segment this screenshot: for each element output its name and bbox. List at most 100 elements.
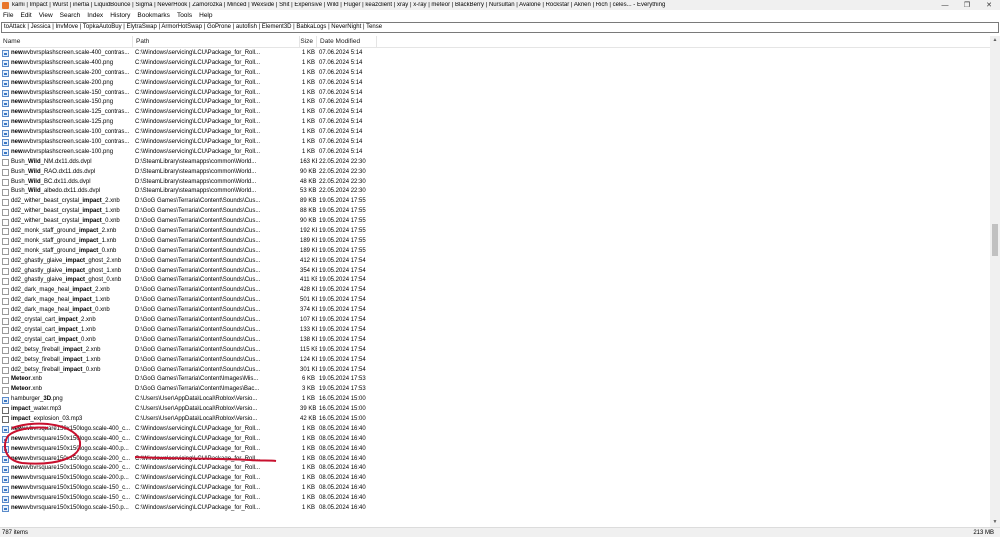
table-row[interactable]: dd2_ghastly_glaive_impact_ghost_2.xnb D:\… <box>0 257 990 267</box>
table-row[interactable]: newwvbvrsplashscreen.scale-200_contras..… <box>0 69 990 79</box>
file-icon <box>2 337 9 345</box>
table-row[interactable]: hamburger_3D.png C:\Users\User\AppData\Lo… <box>0 395 990 405</box>
table-row[interactable]: newwvbvrsplashscreen.scale-200.png C:\Win… <box>0 79 990 89</box>
menu-edit[interactable]: Edit <box>20 12 31 19</box>
file-name: dd2_dark_mage_heal_impact_2.xnb <box>11 287 110 294</box>
file-icon <box>2 297 9 305</box>
table-row[interactable]: dd2_wither_beast_crystal_impact_2.xnb D:\… <box>0 197 990 207</box>
table-row[interactable]: Bush_Wild_albedo.dx11.dds.dvpl D:\SteamLi… <box>0 187 990 197</box>
table-row[interactable]: newwvbvrsquare150x150logo.scale-400.p...… <box>0 445 990 455</box>
table-row[interactable]: dd2_dark_mage_heal_impact_1.xnb D:\GoG Ga… <box>0 296 990 306</box>
file-name: dd2_wither_beast_crystal_impact_1.xnb <box>11 208 120 215</box>
menu-file[interactable]: File <box>3 12 13 19</box>
table-row[interactable]: dd2_crystal_cart_impact_2.xnb D:\GoG Game… <box>0 316 990 326</box>
item-count: 787 items <box>2 529 29 536</box>
table-row[interactable]: impact_explosion_03.mp3 C:\Users\User\App… <box>0 415 990 425</box>
table-row[interactable]: newwvbvrsquare150x150logo.scale-150_c...… <box>0 484 990 494</box>
table-row[interactable]: newwvbvrsquare150x150logo.scale-400_c...… <box>0 435 990 445</box>
maximize-icon[interactable]: ❐ <box>956 0 978 10</box>
table-row[interactable]: newwvbvrsquare150x150logo.scale-200_c...… <box>0 455 990 465</box>
table-row[interactable]: dd2_wither_beast_crystal_impact_0.xnb D:\… <box>0 217 990 227</box>
table-row[interactable]: newwvbvrsplashscreen.scale-125_contras..… <box>0 108 990 118</box>
column-date-modified[interactable]: Date Modified <box>317 35 377 48</box>
minimize-icon[interactable]: — <box>934 0 956 10</box>
scroll-down-icon[interactable]: ▼ <box>990 518 1000 527</box>
table-row[interactable]: newwvbvrsquare150x150logo.scale-400_c...… <box>0 425 990 435</box>
image-file-icon <box>2 109 9 117</box>
date-cell: 19.05.2024 17:54 <box>319 326 366 333</box>
table-row[interactable]: dd2_betsy_fireball_impact_1.xnb D:\GoG Ga… <box>0 356 990 366</box>
file-name: hamburger_3D.png <box>11 396 63 403</box>
table-row[interactable]: newwvbvrsplashscreen.scale-150.png C:\Win… <box>0 98 990 108</box>
name-cell: dd2_monk_staff_ground_impact_2.xnb <box>0 227 133 237</box>
table-row[interactable]: newwvbvrsplashscreen.scale-100.png C:\Win… <box>0 148 990 158</box>
file-icon <box>2 169 9 177</box>
column-size[interactable]: Size <box>300 35 317 48</box>
menu-history[interactable]: History <box>110 12 130 19</box>
name-cell: newwvbvrsplashscreen.scale-100_contras..… <box>0 138 133 148</box>
scrollbar-thumb[interactable] <box>992 224 998 256</box>
file-name: dd2_crystal_cart_impact_0.xnb <box>11 336 96 343</box>
table-row[interactable]: dd2_ghastly_glaive_impact_ghost_1.xnb D:\… <box>0 267 990 277</box>
menu-tools[interactable]: Tools <box>177 12 192 19</box>
table-row[interactable]: newwvbvrsquare150x150logo.scale-200.p...… <box>0 474 990 484</box>
file-icon <box>2 307 9 315</box>
name-cell: impact_explosion_03.mp3 <box>0 415 133 425</box>
table-row[interactable]: newwvbvrsquare150x150logo.scale-150.p...… <box>0 504 990 514</box>
table-row[interactable]: newwvbvrsplashscreen.scale-150_contras..… <box>0 89 990 99</box>
date-cell: 16.05.2024 15:00 <box>319 396 366 403</box>
table-row[interactable]: Meteor.xnb D:\GoG Games\Terraria\Content\… <box>0 375 990 385</box>
table-row[interactable]: dd2_wither_beast_crystal_impact_1.xnb D:\… <box>0 207 990 217</box>
table-row[interactable]: newwvbvrsquare150x150logo.scale-200_c...… <box>0 464 990 474</box>
name-cell: dd2_monk_staff_ground_impact_1.xnb <box>0 237 133 247</box>
table-row[interactable]: newwvbvrsplashscreen.scale-125.png C:\Win… <box>0 118 990 128</box>
table-row[interactable]: dd2_betsy_fireball_impact_2.xnb D:\GoG Ga… <box>0 346 990 356</box>
table-row[interactable]: dd2_monk_staff_ground_impact_1.xnb D:\GoG… <box>0 237 990 247</box>
size-cell: 89 KB <box>300 198 317 205</box>
table-row[interactable]: Meteor.xnb D:\GoG Games\Terraria\Content\… <box>0 385 990 395</box>
size-cell: 1 KB <box>301 425 315 432</box>
path-cell: D:\GoG Games\Terraria\Content\Sounds\Cus… <box>135 297 261 304</box>
size-cell: 192 KB <box>300 228 317 235</box>
name-cell: newwvbvrsquare150x150logo.scale-400_c... <box>0 425 133 435</box>
menu-index[interactable]: Index <box>87 12 103 19</box>
table-row[interactable]: dd2_crystal_cart_impact_1.xnb D:\GoG Game… <box>0 326 990 336</box>
table-row[interactable]: dd2_betsy_fireball_impact_0.xnb D:\GoG Ga… <box>0 366 990 376</box>
file-name: dd2_ghastly_glaive_impact_ghost_2.xnb <box>11 257 122 264</box>
menu-view[interactable]: View <box>39 12 53 19</box>
file-name: newwvbvrsplashscreen.scale-125.png <box>11 119 114 126</box>
column-name[interactable]: Name <box>0 35 133 48</box>
table-row[interactable]: newwvbvrsplashscreen.scale-400_contras..… <box>0 49 990 59</box>
name-cell: newwvbvrsquare150x150logo.scale-200_c... <box>0 464 133 474</box>
column-path[interactable]: Path <box>133 35 300 48</box>
date-cell: 07.06.2024 5:14 <box>319 139 363 146</box>
table-row[interactable]: Bush_Wild_BC.dx11.dds.dvpl D:\SteamLibrar… <box>0 178 990 188</box>
menu-bookmarks[interactable]: Bookmarks <box>137 12 170 19</box>
scroll-up-icon[interactable]: ▲ <box>990 36 1000 45</box>
table-row[interactable]: Bush_Wild_RAO.dx11.dds.dvpl D:\SteamLibra… <box>0 168 990 178</box>
name-cell: dd2_crystal_cart_impact_2.xnb <box>0 316 133 326</box>
table-row[interactable]: newwvbvrsplashscreen.scale-100_contras..… <box>0 138 990 148</box>
file-icon <box>2 228 9 236</box>
table-row[interactable]: impact_water.mp3 C:\Users\User\AppData\Lo… <box>0 405 990 415</box>
table-row[interactable]: newwvbvrsplashscreen.scale-400.png C:\Win… <box>0 59 990 69</box>
date-cell: 22.05.2024 22:30 <box>319 178 366 185</box>
table-row[interactable]: dd2_monk_staff_ground_impact_0.xnb D:\GoG… <box>0 247 990 257</box>
date-cell: 22.05.2024 22:30 <box>319 158 366 165</box>
table-row[interactable]: dd2_crystal_cart_impact_0.xnb D:\GoG Game… <box>0 336 990 346</box>
vertical-scrollbar[interactable]: ▲ ▼ <box>990 36 1000 527</box>
menu-help[interactable]: Help <box>199 12 212 19</box>
size-cell: 124 KB <box>300 356 317 363</box>
file-name: newwvbvrsplashscreen.scale-400_contras..… <box>11 50 130 56</box>
table-row[interactable]: dd2_ghastly_glaive_impact_ghost_0.xnb D:\… <box>0 276 990 286</box>
table-row[interactable]: newwvbvrsquare150x150logo.scale-150_c...… <box>0 494 990 504</box>
search-input[interactable]: toAttack | Jessica | InvMove | TopkaAuto… <box>1 22 999 33</box>
file-icon <box>2 258 9 266</box>
table-row[interactable]: Bush_Wild_NM.dx11.dds.dvpl D:\SteamLibrar… <box>0 158 990 168</box>
table-row[interactable]: dd2_dark_mage_heal_impact_0.xnb D:\GoG Ga… <box>0 306 990 316</box>
close-icon[interactable]: ✕ <box>978 0 1000 10</box>
table-row[interactable]: newwvbvrsplashscreen.scale-100_contras..… <box>0 128 990 138</box>
menu-search[interactable]: Search <box>60 12 81 19</box>
table-row[interactable]: dd2_monk_staff_ground_impact_2.xnb D:\GoG… <box>0 227 990 237</box>
table-row[interactable]: dd2_dark_mage_heal_impact_2.xnb D:\GoG Ga… <box>0 286 990 296</box>
